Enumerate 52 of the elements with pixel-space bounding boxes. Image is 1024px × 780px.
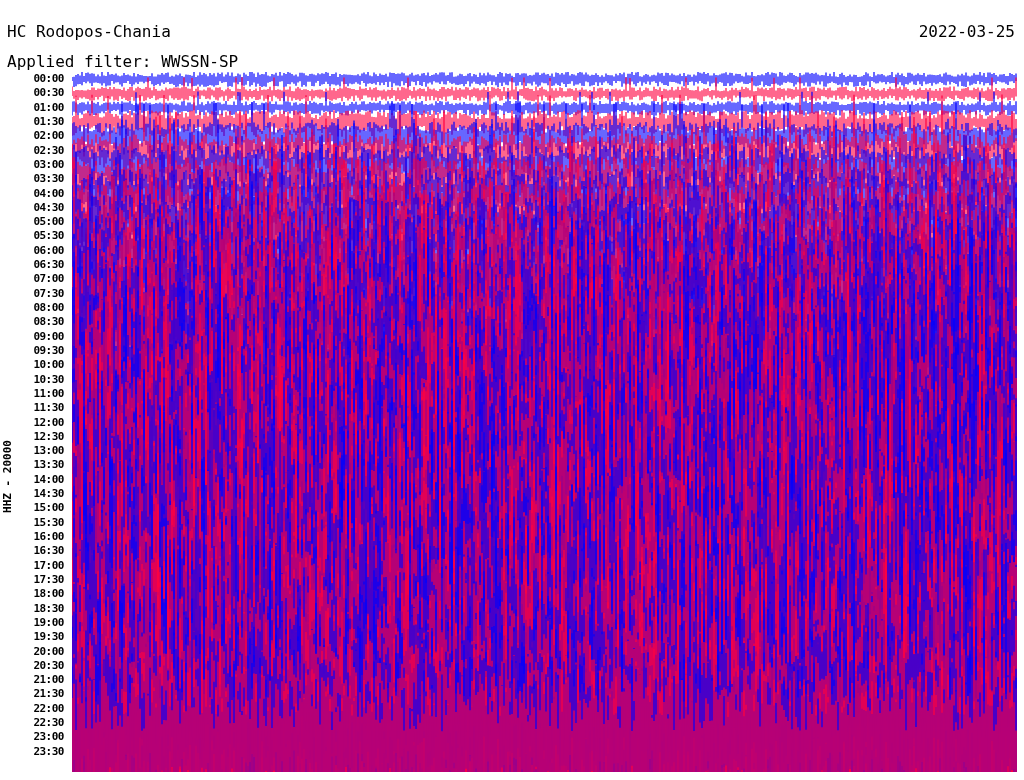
- time-label: 10:30: [33, 372, 64, 387]
- filter-label: Applied filter: WWSSN-SP: [7, 51, 239, 71]
- time-label: 17:00: [33, 558, 64, 573]
- time-label: 03:00: [33, 157, 64, 173]
- time-label: 00:30: [33, 86, 64, 101]
- time-label: 04:30: [33, 200, 64, 216]
- time-label: 06:30: [33, 258, 64, 273]
- time-label: 07:30: [33, 286, 64, 301]
- time-label: 22:30: [33, 716, 64, 731]
- date-label: 2022-03-25: [918, 21, 1015, 41]
- time-label: 05:00: [33, 215, 64, 230]
- time-label: 04:00: [33, 186, 64, 201]
- time-label: 13:30: [33, 458, 64, 473]
- time-label: 19:00: [33, 615, 64, 631]
- time-label: 12:00: [33, 415, 64, 430]
- time-label: 11:00: [33, 386, 64, 402]
- time-label: 22:00: [33, 701, 64, 717]
- time-label: 01:30: [33, 114, 64, 130]
- time-label: 06:00: [33, 243, 64, 259]
- time-label: 20:00: [33, 644, 64, 659]
- time-label: 14:00: [33, 472, 64, 488]
- axis-label: HHZ - 20000: [0, 439, 14, 513]
- time-label: 15:00: [33, 501, 64, 516]
- time-label: 02:30: [33, 143, 64, 158]
- time-label: 20:30: [33, 658, 64, 674]
- time-label: 07:00: [33, 272, 64, 287]
- time-label: 02:00: [33, 129, 64, 144]
- station-title: HC Rodopos-Chania: [7, 21, 171, 41]
- time-label: 09:30: [33, 343, 64, 359]
- time-label: 23:30: [33, 744, 64, 759]
- time-label: 19:30: [33, 630, 64, 645]
- time-label: 17:30: [33, 572, 64, 588]
- time-label: 09:00: [33, 329, 64, 344]
- time-label: 15:30: [33, 515, 64, 530]
- time-label: 21:00: [33, 673, 64, 688]
- time-label: 03:30: [33, 172, 64, 187]
- time-label: 23:00: [33, 730, 64, 745]
- time-label: 16:30: [33, 544, 64, 559]
- time-label: 13:00: [33, 444, 64, 459]
- time-label: 11:30: [33, 401, 64, 416]
- time-label: 08:00: [33, 301, 64, 316]
- time-label: 12:30: [33, 429, 64, 445]
- time-label: 05:30: [33, 229, 64, 244]
- time-label: 01:00: [33, 100, 64, 115]
- time-label: 18:30: [33, 601, 64, 616]
- time-label: 18:00: [33, 587, 64, 602]
- time-label: 00:00: [33, 72, 64, 87]
- time-label: 08:30: [33, 315, 64, 330]
- time-label: 21:30: [33, 687, 64, 702]
- time-label: 14:30: [33, 487, 64, 502]
- time-label: 10:00: [33, 358, 64, 373]
- time-label: 16:00: [33, 530, 64, 545]
